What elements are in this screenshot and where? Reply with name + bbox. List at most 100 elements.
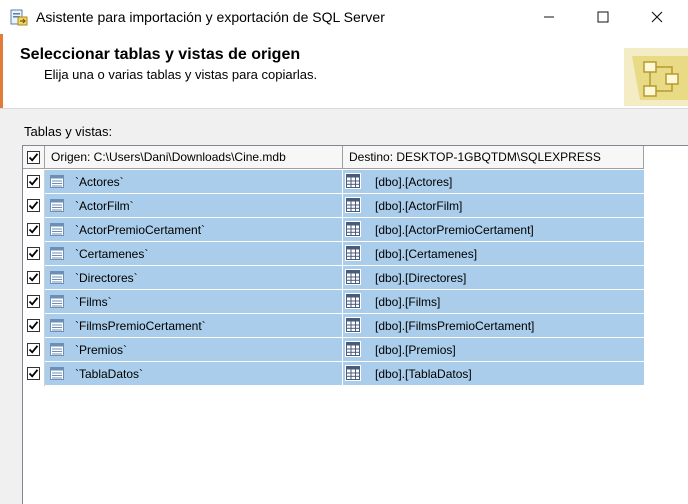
destination-icon-box[interactable] <box>345 317 361 333</box>
destination-table-name: [dbo].[ActorPremioCertament] <box>375 223 534 237</box>
source-cell[interactable]: `Actores` <box>45 170 343 194</box>
table-grid-icon <box>346 246 360 260</box>
check-icon <box>28 345 39 354</box>
table-row[interactable]: `ActorFilm` [dbo].[ActorFilm] <box>23 194 644 218</box>
destination-table-name: [dbo].[Certamenes] <box>375 247 478 261</box>
row-checkbox[interactable] <box>27 319 40 332</box>
row-check-cell[interactable] <box>23 290 45 314</box>
source-cell[interactable]: `Premios` <box>45 338 343 362</box>
source-cell[interactable]: `Directores` <box>45 266 343 290</box>
table-row[interactable]: `Films` [dbo].[Films] <box>23 290 644 314</box>
table-row[interactable]: `TablaDatos` [dbo].[TablaDatos] <box>23 362 644 386</box>
check-icon <box>28 153 39 162</box>
destination-icon-box[interactable] <box>345 245 361 261</box>
table-icon <box>50 295 64 308</box>
row-checkbox[interactable] <box>27 295 40 308</box>
close-button[interactable] <box>634 0 680 34</box>
destination-table-name: [dbo].[Films] <box>375 295 441 309</box>
check-icon <box>28 273 39 282</box>
destination-cell[interactable]: [dbo].[FilmsPremioCertament] <box>343 314 644 338</box>
source-cell[interactable]: `FilmsPremioCertament` <box>45 314 343 338</box>
source-cell[interactable]: `TablaDatos` <box>45 362 343 386</box>
destination-table-name: [dbo].[Directores] <box>375 271 467 285</box>
row-checkbox[interactable] <box>27 367 40 380</box>
table-row[interactable]: `FilmsPremioCertament` [dbo].[FilmsPremi… <box>23 314 644 338</box>
source-cell[interactable]: `ActorFilm` <box>45 194 343 218</box>
destination-cell[interactable]: [dbo].[Directores] <box>343 266 644 290</box>
row-checkbox[interactable] <box>27 199 40 212</box>
tables-grid[interactable]: Origen: C:\Users\Dani\Downloads\Cine.mdb… <box>22 145 688 504</box>
destination-icon-box[interactable] <box>345 197 361 213</box>
column-header-destination[interactable]: Destino: DESKTOP-1GBQTDM\SQLEXPRESS <box>343 146 644 169</box>
maximize-icon <box>597 11 609 23</box>
column-header-source[interactable]: Origen: C:\Users\Dani\Downloads\Cine.mdb <box>45 146 343 169</box>
row-checkbox[interactable] <box>27 247 40 260</box>
destination-table-name: [dbo].[ActorFilm] <box>375 199 463 213</box>
table-icon <box>50 199 64 212</box>
check-icon <box>28 249 39 258</box>
destination-cell[interactable]: [dbo].[Actores] <box>343 170 644 194</box>
destination-icon-box[interactable] <box>345 221 361 237</box>
table-icon <box>50 247 64 260</box>
sql-wizard-icon <box>10 9 28 26</box>
check-icon <box>28 201 39 210</box>
check-icon <box>28 369 39 378</box>
destination-cell[interactable]: [dbo].[Premios] <box>343 338 644 362</box>
minimize-button[interactable] <box>526 0 572 34</box>
source-cell[interactable]: `ActorPremioCertament` <box>45 218 343 242</box>
destination-table-name: [dbo].[Actores] <box>375 175 453 189</box>
destination-table-name: [dbo].[FilmsPremioCertament] <box>375 319 535 333</box>
source-table-name: `Premios` <box>75 343 128 357</box>
row-check-cell[interactable] <box>23 242 45 266</box>
check-icon <box>28 225 39 234</box>
destination-cell[interactable]: [dbo].[ActorPremioCertament] <box>343 218 644 242</box>
row-check-cell[interactable] <box>23 218 45 242</box>
source-table-name: `FilmsPremioCertament` <box>75 319 206 333</box>
select-all-cell[interactable] <box>23 146 45 169</box>
flowchart-icon <box>624 48 688 106</box>
row-check-cell[interactable] <box>23 362 45 386</box>
destination-cell[interactable]: [dbo].[Films] <box>343 290 644 314</box>
check-icon <box>28 177 39 186</box>
destination-cell[interactable]: [dbo].[ActorFilm] <box>343 194 644 218</box>
row-checkbox[interactable] <box>27 343 40 356</box>
row-check-cell[interactable] <box>23 314 45 338</box>
table-row[interactable]: `Certamenes` [dbo].[Certamenes] <box>23 242 644 266</box>
table-row[interactable]: `Actores` [dbo].[Actores] <box>23 170 644 194</box>
destination-icon-box[interactable] <box>345 269 361 285</box>
destination-icon-box[interactable] <box>345 365 361 381</box>
destination-cell[interactable]: [dbo].[TablaDatos] <box>343 362 644 386</box>
destination-icon-box[interactable] <box>345 341 361 357</box>
source-cell[interactable]: `Films` <box>45 290 343 314</box>
source-table-name: `Directores` <box>75 271 138 285</box>
title-bar: Asistente para importación y exportación… <box>0 0 688 34</box>
table-icon <box>50 223 64 236</box>
row-checkbox[interactable] <box>27 223 40 236</box>
table-row[interactable]: `ActorPremioCertament` [dbo].[ActorPremi… <box>23 218 644 242</box>
maximize-button[interactable] <box>580 0 626 34</box>
table-grid-icon <box>346 270 360 284</box>
table-grid-icon <box>346 318 360 332</box>
row-check-cell[interactable] <box>23 194 45 218</box>
table-icon <box>50 271 64 284</box>
check-icon <box>28 297 39 306</box>
table-grid-icon <box>346 294 360 308</box>
row-check-cell[interactable] <box>23 170 45 194</box>
destination-cell[interactable]: [dbo].[Certamenes] <box>343 242 644 266</box>
table-grid-icon <box>346 174 360 188</box>
destination-icon-box[interactable] <box>345 173 361 189</box>
source-cell[interactable]: `Certamenes` <box>45 242 343 266</box>
page-subtitle: Elija una o varias tablas y vistas para … <box>44 67 318 82</box>
header-accent <box>0 34 3 108</box>
table-row[interactable]: `Directores` [dbo].[Directores] <box>23 266 644 290</box>
row-check-cell[interactable] <box>23 266 45 290</box>
source-table-name: `TablaDatos` <box>75 367 144 381</box>
row-checkbox[interactable] <box>27 175 40 188</box>
table-row[interactable]: `Premios` [dbo].[Premios] <box>23 338 644 362</box>
window-title: Asistente para importación y exportación… <box>36 9 385 25</box>
select-all-checkbox[interactable] <box>27 151 40 164</box>
table-grid-icon <box>346 366 360 380</box>
row-check-cell[interactable] <box>23 338 45 362</box>
destination-icon-box[interactable] <box>345 293 361 309</box>
row-checkbox[interactable] <box>27 271 40 284</box>
